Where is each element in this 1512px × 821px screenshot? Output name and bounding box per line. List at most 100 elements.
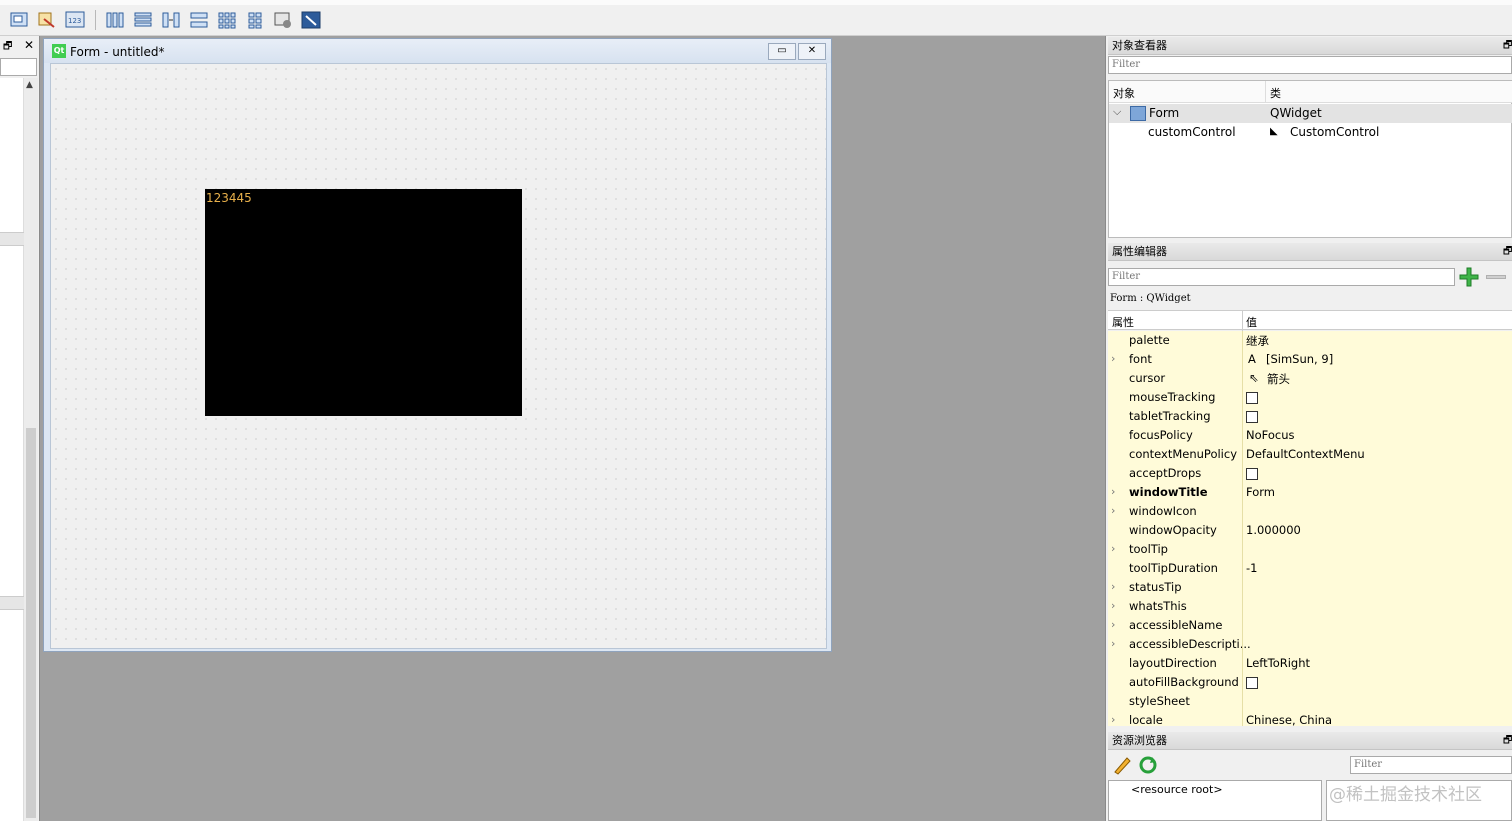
close-button[interactable]: ✕ (798, 43, 826, 60)
column-divider (1242, 521, 1243, 540)
property-value[interactable]: DefaultContextMenu (1246, 447, 1365, 461)
object-filter-input[interactable]: Filter (1108, 56, 1512, 74)
property-checkbox[interactable] (1246, 409, 1258, 423)
property-checkbox[interactable] (1246, 466, 1258, 480)
float-dock-icon[interactable]: 🗗 (1503, 244, 1512, 261)
object-class: QWidget (1270, 106, 1322, 120)
property-row-windowopacity[interactable]: windowOpacity 1.000000 (1108, 521, 1512, 541)
expand-arrow-icon[interactable]: › (1111, 352, 1115, 365)
property-value[interactable]: LeftToRight (1246, 656, 1310, 670)
col-property-header[interactable]: 属性 (1112, 314, 1134, 330)
header-divider (1265, 81, 1266, 102)
form-design-canvas[interactable]: 123445 (50, 63, 827, 649)
expand-arrow-icon[interactable]: › (1111, 713, 1115, 726)
property-checkbox[interactable] (1246, 390, 1258, 404)
remove-dynamic-property-icon[interactable] (1486, 275, 1506, 279)
property-name: font (1129, 352, 1152, 366)
break-layout-icon[interactable] (271, 9, 295, 31)
widget-category-header[interactable] (0, 232, 24, 246)
property-row-font[interactable]: › font A [SimSun, 9] (1108, 350, 1512, 370)
col-value-header[interactable]: 值 (1246, 314, 1257, 330)
property-row-tablettracking[interactable]: tabletTracking (1108, 407, 1512, 427)
resource-root-item[interactable]: <resource root> (1131, 783, 1223, 796)
edit-widgets-icon[interactable] (8, 9, 32, 31)
expand-arrow-icon[interactable]: › (1111, 542, 1115, 555)
edit-buddies-icon[interactable]: 123 (63, 9, 87, 31)
property-row-tooltipduration[interactable]: toolTipDuration -1 (1108, 559, 1512, 579)
property-row-whatsthis[interactable]: › whatsThis (1108, 597, 1512, 617)
property-row-stylesheet[interactable]: styleSheet (1108, 692, 1512, 712)
scroll-up-arrow-icon[interactable]: ▲ (26, 80, 33, 90)
col-class-header[interactable]: 类 (1270, 85, 1281, 101)
layout-grid-icon[interactable] (215, 9, 239, 31)
resource-filter-input[interactable]: Filter (1350, 756, 1512, 774)
expand-arrow-icon[interactable]: › (1111, 504, 1115, 517)
form-window[interactable]: Qt Form - untitled* ▭ ✕ 123445 (43, 38, 832, 652)
property-row-autofillbackground[interactable]: autoFillBackground (1108, 673, 1512, 693)
float-dock-icon[interactable]: 🗗 (1503, 38, 1512, 55)
column-divider (1242, 331, 1243, 350)
property-row-statustip[interactable]: › statusTip (1108, 578, 1512, 598)
layout-horizontal-icon[interactable] (103, 9, 127, 31)
widget-box-list[interactable] (0, 78, 24, 821)
object-inspector-title: 对象查看器 (1108, 37, 1512, 55)
object-tree[interactable]: 对象 类 ⌵ Form QWidget customControl ◣ Cust… (1108, 80, 1512, 238)
left-scrollbar-thumb[interactable] (26, 428, 36, 818)
property-row-focuspolicy[interactable]: focusPolicy NoFocus (1108, 426, 1512, 446)
tree-row-form[interactable]: ⌵ Form QWidget (1109, 104, 1512, 123)
property-value[interactable]: 箭头 (1267, 371, 1290, 387)
add-dynamic-property-icon[interactable] (1458, 266, 1480, 288)
property-value[interactable]: -1 (1246, 561, 1257, 575)
property-filter-input[interactable]: Filter (1108, 268, 1455, 286)
property-row-accessibledescripti[interactable]: › accessibleDescripti... (1108, 635, 1512, 655)
property-value[interactable]: [SimSun, 9] (1266, 352, 1333, 366)
property-checkbox[interactable] (1246, 675, 1258, 689)
property-value[interactable]: Form (1246, 485, 1275, 499)
column-divider (1242, 369, 1243, 388)
property-row-layoutdirection[interactable]: layoutDirection LeftToRight (1108, 654, 1512, 674)
float-dock-icon[interactable]: 🗗 (1503, 733, 1512, 750)
edit-signals-icon[interactable] (35, 9, 59, 31)
property-name: palette (1129, 333, 1170, 347)
property-row-cursor[interactable]: cursor ⇖ 箭头 (1108, 369, 1512, 389)
property-value[interactable]: NoFocus (1246, 428, 1294, 442)
layout-form-icon[interactable] (243, 9, 267, 31)
left-dock-panel: 🗗 ✕ ▲ (0, 36, 40, 821)
property-value[interactable]: Chinese, China (1246, 713, 1332, 727)
property-row-acceptdrops[interactable]: acceptDrops (1108, 464, 1512, 484)
property-row-contextmenupolicy[interactable]: contextMenuPolicy DefaultContextMenu (1108, 445, 1512, 465)
col-object-header[interactable]: 对象 (1113, 85, 1135, 101)
expand-arrow-icon[interactable]: › (1111, 580, 1115, 593)
reload-icon[interactable] (1138, 755, 1158, 775)
expand-arrow-icon[interactable]: › (1111, 618, 1115, 631)
left-filter-input[interactable] (0, 58, 37, 76)
property-row-accessiblename[interactable]: › accessibleName (1108, 616, 1512, 636)
custom-control-widget[interactable]: 123445 (205, 189, 522, 416)
property-row-palette[interactable]: palette 继承 (1108, 331, 1512, 351)
expand-arrow-icon[interactable]: ⌵ (1113, 105, 1121, 119)
expand-arrow-icon[interactable]: › (1111, 485, 1115, 498)
property-row-tooltip[interactable]: › toolTip (1108, 540, 1512, 560)
layout-vertical-icon[interactable] (131, 9, 155, 31)
property-row-windowicon[interactable]: › windowIcon (1108, 502, 1512, 522)
property-row-windowtitle[interactable]: › windowTitle Form (1108, 483, 1512, 503)
edit-resources-icon[interactable] (1112, 755, 1132, 775)
property-value[interactable]: 1.000000 (1246, 523, 1301, 537)
form-titlebar[interactable]: Qt Form - untitled* ▭ ✕ (44, 39, 831, 63)
widget-category-header[interactable] (0, 596, 24, 610)
expand-arrow-icon[interactable]: › (1111, 637, 1115, 650)
property-value[interactable]: 继承 (1246, 333, 1269, 349)
adjust-size-icon[interactable] (299, 9, 323, 31)
float-dock-icon[interactable]: 🗗 (3, 39, 12, 56)
property-name: whatsThis (1129, 599, 1187, 613)
close-dock-icon[interactable]: ✕ (24, 38, 34, 52)
property-name: toolTip (1129, 542, 1168, 556)
layout-h-splitter-icon[interactable] (159, 9, 183, 31)
property-row-mousetracking[interactable]: mouseTracking (1108, 388, 1512, 408)
tree-row-customcontrol[interactable]: customControl ◣ CustomControl (1109, 123, 1512, 142)
minimize-button[interactable]: ▭ (768, 43, 796, 60)
left-scrollbar[interactable]: ▲ (24, 78, 38, 821)
layout-v-splitter-icon[interactable] (187, 9, 211, 31)
expand-arrow-icon[interactable]: › (1111, 599, 1115, 612)
resource-tree[interactable]: <resource root> (1108, 780, 1322, 821)
